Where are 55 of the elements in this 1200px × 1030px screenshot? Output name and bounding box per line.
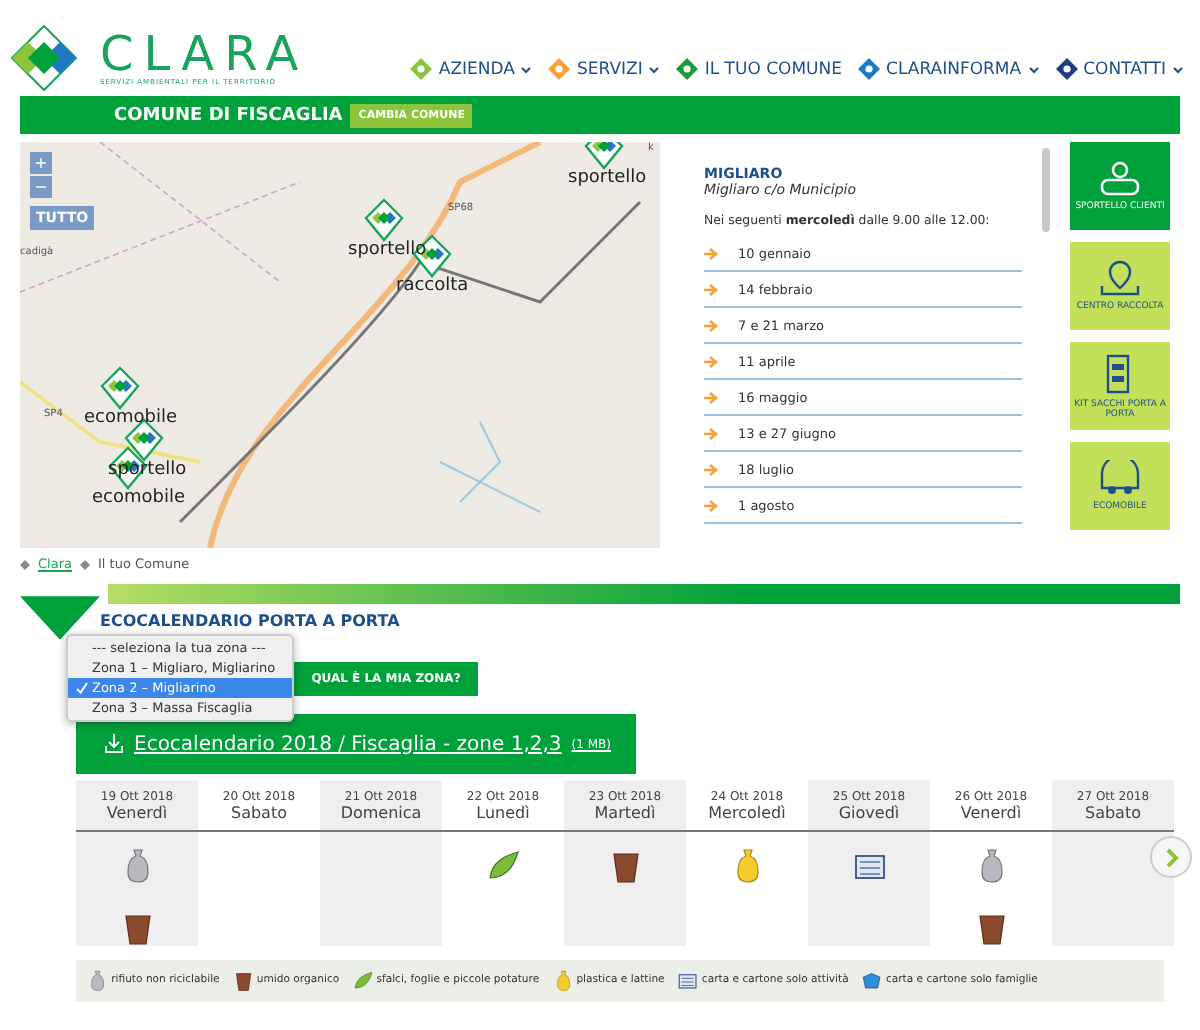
diamond-icon: [20, 559, 30, 569]
bin-icon: [609, 848, 641, 884]
arrow-icon: [704, 355, 718, 367]
nav-link[interactable]: CONTATTI: [1055, 58, 1184, 80]
bin-icon: [121, 910, 153, 946]
download-icon: [104, 734, 124, 754]
sack-icon: [553, 970, 573, 992]
arrow-icon: [704, 463, 718, 475]
day-weekday: Sabato: [231, 803, 287, 821]
map-marker-label: ecomobile: [92, 488, 186, 508]
triangle-icon: [20, 596, 100, 640]
location-pin-icon: [1100, 260, 1140, 296]
nav-link[interactable]: IL TUO COMUNE: [676, 58, 843, 80]
chevron-right-icon: [1163, 847, 1179, 867]
checkmark-icon: [76, 682, 88, 694]
nav-link[interactable]: SERVIZI: [548, 58, 661, 80]
arrow-icon: [704, 427, 718, 439]
day-weekday: Martedì: [594, 803, 656, 821]
next-button[interactable]: [1150, 836, 1192, 878]
map-marker-label: ecomobile: [84, 408, 178, 428]
arrow-icon: [704, 391, 718, 403]
leaf-icon: [487, 848, 519, 884]
arrow-icon: [704, 499, 718, 511]
sack-icon: [731, 848, 763, 884]
map-marker-icon: [100, 366, 140, 410]
day-weekday: Venerdì: [106, 803, 168, 821]
bag-kit-icon: [1106, 353, 1134, 393]
section-title: ECOCALENDARIO PORTA A PORTA: [100, 612, 402, 630]
map-marker-label: sportello: [568, 168, 647, 188]
logo-wordmark: CLARA: [100, 30, 309, 78]
day-weekday: Lunedì: [476, 803, 530, 821]
day-weekday: Mercoledì: [708, 803, 786, 821]
nav-link[interactable]: AZIENDA: [410, 58, 533, 80]
trash-bag-icon: [88, 970, 108, 992]
trash-bag-icon: [121, 848, 153, 884]
bin-icon: [233, 970, 253, 992]
day-weekday: Venerdì: [960, 803, 1022, 821]
paper-stack-icon: [678, 970, 698, 992]
municipality-title: COMUNE DI FISCAGLIA: [114, 105, 343, 125]
arrow-icon: [704, 247, 718, 259]
nav-link[interactable]: CLARAINFORMA: [858, 58, 1040, 80]
scrollbar[interactable]: [1042, 148, 1050, 232]
map-marker-icon: [364, 198, 404, 242]
arrow-icon: [704, 283, 718, 295]
leaf-icon: [353, 970, 373, 992]
van-icon: [1098, 460, 1142, 496]
box-icon: [862, 970, 882, 992]
bin-icon: [975, 910, 1007, 946]
arrow-icon: [704, 319, 718, 331]
trash-bag-icon: [975, 848, 1007, 884]
day-weekday: Giovedì: [838, 803, 900, 821]
diamond-icon: [79, 559, 90, 569]
day-weekday: Domenica: [340, 803, 422, 821]
day-weekday: Sabato: [1085, 803, 1141, 821]
people-icon: [1096, 160, 1144, 196]
